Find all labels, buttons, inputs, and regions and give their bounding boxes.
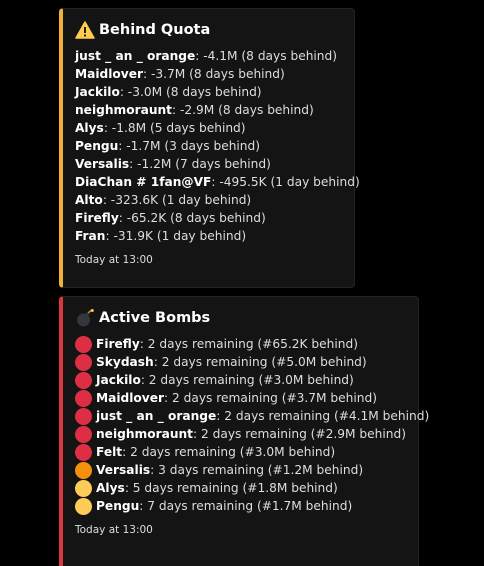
bomb-entry: Alys: 5 days remaining (#1.8M behind) — [75, 479, 406, 497]
quota-detail: : -2.9M (8 days behind) — [172, 103, 314, 117]
quota-list: just _ an _ orange: -4.1M (8 days behind… — [75, 47, 360, 245]
status-circle-icon — [75, 335, 92, 353]
quota-detail: : -31.9K (1 day behind) — [105, 229, 247, 243]
member-name: DiaChan # 1fan@VF — [75, 175, 212, 189]
bomb-detail: : 2 days remaining (#5.0M behind) — [153, 355, 367, 369]
bomb-detail: : 2 days remaining (#3.7M behind) — [164, 391, 377, 405]
bomb-entry-text: just _ an _ orange: 2 days remaining (#4… — [96, 409, 429, 423]
status-circle-icon — [75, 461, 92, 479]
member-name: Alto — [75, 193, 103, 207]
member-name: Skydash — [96, 355, 154, 369]
member-name: Firefly — [75, 211, 119, 225]
member-name: Maidlover — [75, 67, 144, 81]
member-name: neighmoraunt — [75, 103, 173, 117]
quota-entry: neighmoraunt: -2.9M (8 days behind) — [75, 101, 342, 119]
status-circle-icon — [75, 443, 92, 461]
status-circle-icon — [75, 425, 92, 443]
quota-detail: : -3.0M (8 days behind) — [119, 85, 262, 99]
bomb-entry: Maidlover: 2 days remaining (#3.7M behin… — [75, 389, 406, 407]
behind-quota-embed: Behind Quota just _ an _ orange: -4.1M (… — [59, 8, 360, 288]
member-name: Alys — [75, 121, 104, 135]
member-name: Fran — [75, 229, 106, 243]
quota-entry: Firefly: -65.2K (8 days behind) — [75, 209, 342, 227]
embed-footer-timestamp: Today at 13:00 — [75, 254, 153, 266]
quota-entry: DiaChan # 1fan@VF: -495.5K (1 day behind… — [75, 173, 360, 191]
bomb-icon — [75, 308, 95, 328]
member-name: Jackilo — [75, 85, 120, 99]
bomb-entry-text: Felt: 2 days remaining (#3.0M behind) — [96, 445, 335, 459]
bomb-detail: : 2 days remaining (#65.2K behind) — [139, 337, 358, 351]
bomb-entry-text: Firefly: 2 days remaining (#65.2K behind… — [96, 337, 358, 351]
bomb-entry: Versalis: 3 days remaining (#1.2M behind… — [75, 461, 406, 479]
bomb-detail: : 2 days remaining (#2.9M behind) — [193, 427, 406, 441]
member-name: Firefly — [96, 337, 140, 351]
bomb-list: Firefly: 2 days remaining (#65.2K behind… — [75, 335, 429, 515]
member-name: Versalis — [75, 157, 130, 171]
embed-title: Behind Quota — [75, 19, 342, 41]
bomb-detail: : 2 days remaining (#4.1M behind) — [216, 409, 430, 423]
bomb-entry: Firefly: 2 days remaining (#65.2K behind… — [75, 335, 406, 353]
bomb-entry-text: Alys: 5 days remaining (#1.8M behind) — [96, 481, 338, 495]
active-bombs-embed: Active Bombs Firefly: 2 days remaining (… — [59, 296, 429, 566]
embed-title-text: Active Bombs — [99, 310, 211, 326]
status-circle-icon — [75, 371, 92, 389]
status-circle-icon — [75, 407, 92, 425]
quota-detail: : -65.2K (8 days behind) — [118, 211, 266, 225]
quota-detail: : -4.1M (8 days behind) — [195, 49, 338, 63]
member-name: just _ an _ orange — [96, 409, 217, 423]
quota-detail: : -1.2M (7 days behind) — [129, 157, 271, 171]
status-circle-icon — [75, 497, 92, 515]
embed-title: Active Bombs — [75, 307, 406, 329]
embed-footer-timestamp: Today at 13:00 — [75, 524, 153, 536]
embed-title-text: Behind Quota — [99, 22, 211, 38]
quota-entry: Fran: -31.9K (1 day behind) — [75, 227, 342, 245]
member-name: neighmoraunt — [96, 427, 194, 441]
quota-entry: just _ an _ orange: -4.1M (8 days behind… — [75, 47, 342, 65]
quota-entry: Jackilo: -3.0M (8 days behind) — [75, 83, 342, 101]
warning-icon — [75, 20, 95, 40]
bomb-entry: neighmoraunt: 2 days remaining (#2.9M be… — [75, 425, 406, 443]
quota-detail: : -3.7M (8 days behind) — [143, 67, 285, 81]
bomb-entry: just _ an _ orange: 2 days remaining (#4… — [75, 407, 429, 425]
member-name: just _ an _ orange — [75, 49, 196, 63]
status-circle-icon — [75, 479, 92, 497]
quota-detail: : -1.8M (5 days behind) — [103, 121, 246, 135]
quota-entry: Alys: -1.8M (5 days behind) — [75, 119, 342, 137]
member-name: Jackilo — [96, 373, 141, 387]
bomb-entry-text: Jackilo: 2 days remaining (#3.0M behind) — [96, 373, 354, 387]
bomb-entry-text: Pengu: 7 days remaining (#1.7M behind) — [96, 499, 352, 513]
member-name: Maidlover — [96, 391, 165, 405]
quota-entry: Pengu: -1.7M (3 days behind) — [75, 137, 342, 155]
quota-entry: Versalis: -1.2M (7 days behind) — [75, 155, 342, 173]
quota-entry: Maidlover: -3.7M (8 days behind) — [75, 65, 342, 83]
bomb-entry-text: neighmoraunt: 2 days remaining (#2.9M be… — [96, 427, 406, 441]
member-name: Pengu — [75, 139, 119, 153]
bomb-entry-text: Skydash: 2 days remaining (#5.0M behind) — [96, 355, 367, 369]
member-name: Alys — [96, 481, 125, 495]
quota-detail: : -323.6K (1 day behind) — [102, 193, 252, 207]
bomb-entry-text: Versalis: 3 days remaining (#1.2M behind… — [96, 463, 363, 477]
bomb-detail: : 2 days remaining (#3.0M behind) — [122, 445, 336, 459]
member-name: Pengu — [96, 499, 140, 513]
member-name: Felt — [96, 445, 123, 459]
bomb-detail: : 7 days remaining (#1.7M behind) — [139, 499, 353, 513]
quota-detail: : -495.5K (1 day behind) — [211, 175, 360, 189]
bomb-detail: : 2 days remaining (#3.0M behind) — [140, 373, 354, 387]
bomb-entry: Jackilo: 2 days remaining (#3.0M behind) — [75, 371, 406, 389]
quota-detail: : -1.7M (3 days behind) — [118, 139, 261, 153]
bomb-detail: : 5 days remaining (#1.8M behind) — [124, 481, 338, 495]
bomb-entry: Felt: 2 days remaining (#3.0M behind) — [75, 443, 406, 461]
quota-entry: Alto: -323.6K (1 day behind) — [75, 191, 342, 209]
bomb-entry-text: Maidlover: 2 days remaining (#3.7M behin… — [96, 391, 377, 405]
bomb-entry: Pengu: 7 days remaining (#1.7M behind) — [75, 497, 406, 515]
bomb-detail: : 3 days remaining (#1.2M behind) — [150, 463, 364, 477]
member-name: Versalis — [96, 463, 151, 477]
status-circle-icon — [75, 389, 92, 407]
status-circle-icon — [75, 353, 92, 371]
bomb-entry: Skydash: 2 days remaining (#5.0M behind) — [75, 353, 406, 371]
